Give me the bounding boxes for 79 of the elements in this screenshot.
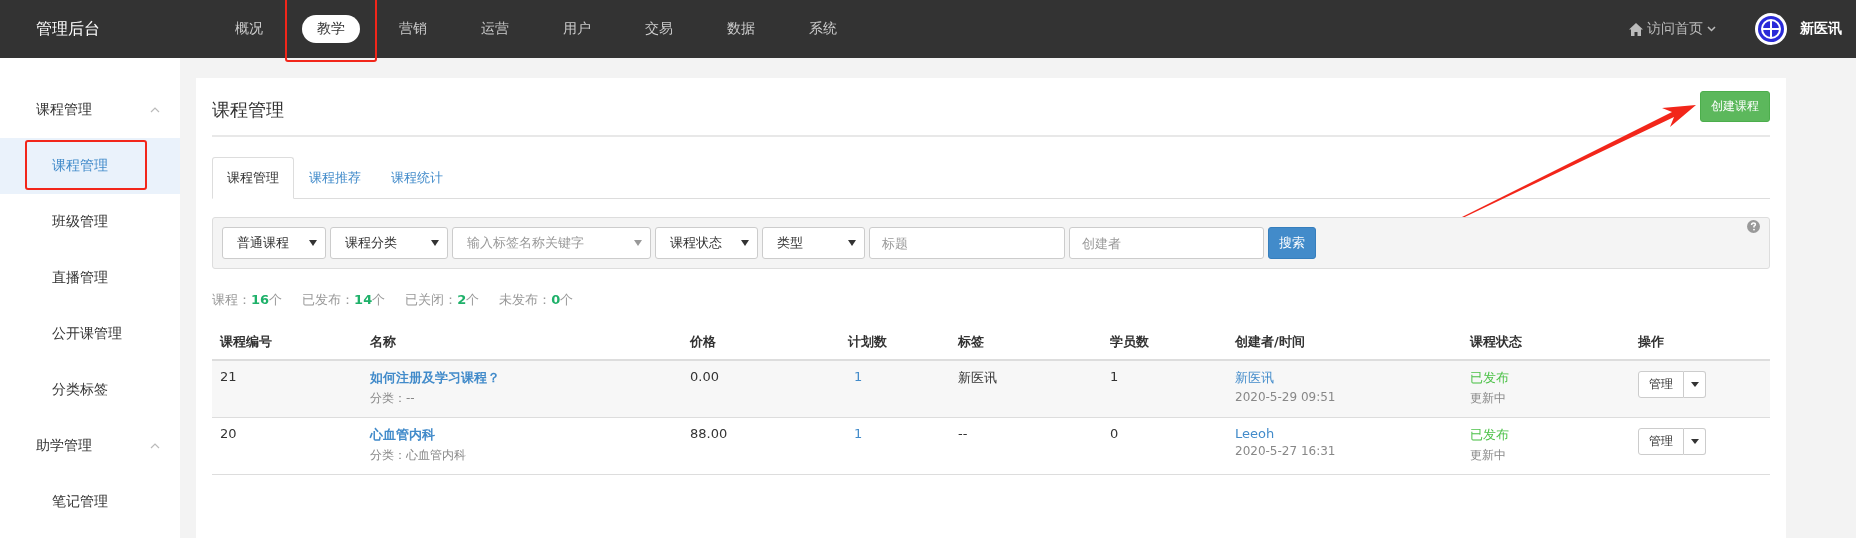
category-text: 分类：心血管内科 xyxy=(370,447,467,464)
table-cell: 0.00 xyxy=(690,369,719,384)
table-cell: -- xyxy=(958,426,968,441)
caret-icon xyxy=(848,240,856,246)
dropdown-select[interactable]: 类型 xyxy=(762,227,865,259)
created-time: 2020-5-29 09:51 xyxy=(1235,390,1337,404)
help-icon[interactable] xyxy=(1747,220,1760,233)
table-cell: 21 xyxy=(220,369,237,384)
caret-icon xyxy=(431,240,439,246)
sidebar-group-header[interactable]: 课程管理 xyxy=(0,82,180,138)
chevron-down-icon xyxy=(1707,26,1716,32)
caret-icon xyxy=(634,240,642,246)
sidebar-item[interactable]: 公开课管理 xyxy=(0,306,180,362)
dropdown-select[interactable]: 普通课程 xyxy=(222,227,326,259)
stat-text: 已发布：14个 xyxy=(302,291,386,309)
nav-tab[interactable]: 运营 xyxy=(466,15,524,43)
column-header: 课程编号 xyxy=(218,333,273,351)
category-text: 分类：-- xyxy=(370,390,416,407)
table-cell: 新医讯 xyxy=(958,370,997,385)
column-header: 操作 xyxy=(1637,333,1665,351)
table-cell: 0 xyxy=(1110,426,1119,441)
avatar-icon[interactable] xyxy=(1754,12,1788,46)
sidebar-group-header[interactable]: 助学管理 xyxy=(0,418,180,474)
dropdown-select[interactable]: 课程分类 xyxy=(330,227,448,259)
status-note: 更新中 xyxy=(1470,390,1507,407)
manage-button[interactable]: 管理 xyxy=(1638,428,1684,455)
tab[interactable]: 课程统计 xyxy=(376,157,458,199)
manage-button[interactable]: 管理 xyxy=(1638,371,1684,398)
stat-text: 已关闭：2个 xyxy=(405,291,480,309)
home-link[interactable]: 访问首页 xyxy=(1629,20,1716,38)
nav-tab[interactable]: 教学 xyxy=(302,15,360,43)
nav-tab[interactable]: 数据 xyxy=(712,15,770,43)
sidebar-item[interactable]: 分类标签 xyxy=(0,362,180,418)
user-name[interactable]: 新医讯 xyxy=(1800,20,1842,38)
column-header: 课程状态 xyxy=(1468,333,1523,351)
status-note: 更新中 xyxy=(1470,447,1507,464)
sidebar-item[interactable]: 直播管理 xyxy=(0,250,180,306)
column-header: 创建者/时间 xyxy=(1234,333,1306,351)
caret-icon xyxy=(741,240,749,246)
caret-icon xyxy=(1690,382,1699,387)
dropdown-toggle-button[interactable] xyxy=(1684,428,1706,455)
table-cell: 1 xyxy=(1110,369,1119,384)
creator-link[interactable]: 新医讯 xyxy=(1235,369,1454,387)
caret-icon xyxy=(1690,439,1699,444)
search-button[interactable]: 搜索 xyxy=(1268,227,1316,259)
status-text: 已发布 xyxy=(1470,426,1510,444)
stat-text: 未发布：0个 xyxy=(499,291,574,309)
sidebar-item[interactable]: 班级管理 xyxy=(0,194,180,250)
nav-tab[interactable]: 交易 xyxy=(630,15,688,43)
nav-tab[interactable]: 系统 xyxy=(794,15,852,43)
tab[interactable]: 课程管理 xyxy=(212,157,294,199)
created-time: 2020-5-27 16:31 xyxy=(1235,444,1337,458)
course-name-link[interactable]: 心血管内科 xyxy=(370,426,674,444)
plan-count-link[interactable]: 1 xyxy=(854,426,863,441)
chevron-up-icon xyxy=(150,443,160,449)
nav-tab[interactable]: 用户 xyxy=(548,15,606,43)
tab[interactable]: 课程推荐 xyxy=(294,157,376,199)
brand-title: 管理后台 xyxy=(36,18,101,40)
creator-link[interactable]: Leeoh xyxy=(1235,426,1454,441)
page-title: 课程管理 xyxy=(212,98,284,122)
sidebar-item[interactable]: 笔记管理 xyxy=(0,474,180,530)
dropdown-select[interactable]: 课程状态 xyxy=(655,227,758,259)
home-icon xyxy=(1629,22,1643,36)
stat-text: 课程：16个 xyxy=(212,291,283,309)
caret-icon xyxy=(309,240,317,246)
status-text: 已发布 xyxy=(1470,369,1510,387)
input-field[interactable]: 标题 xyxy=(869,227,1065,259)
nav-tab[interactable]: 营销 xyxy=(384,15,442,43)
nav-tab[interactable]: 概况 xyxy=(220,15,278,43)
column-header: 价格 xyxy=(688,333,717,351)
column-header: 学员数 xyxy=(1109,333,1150,351)
input-field[interactable]: 创建者 xyxy=(1069,227,1264,259)
column-header: 计划数 xyxy=(847,333,888,351)
table-cell: 88.00 xyxy=(690,426,728,441)
dropdown-toggle-button[interactable] xyxy=(1684,371,1706,398)
chevron-up-icon xyxy=(150,107,160,113)
column-header: 名称 xyxy=(369,333,397,351)
column-header: 标签 xyxy=(957,333,985,351)
table-cell: 20 xyxy=(220,426,237,441)
